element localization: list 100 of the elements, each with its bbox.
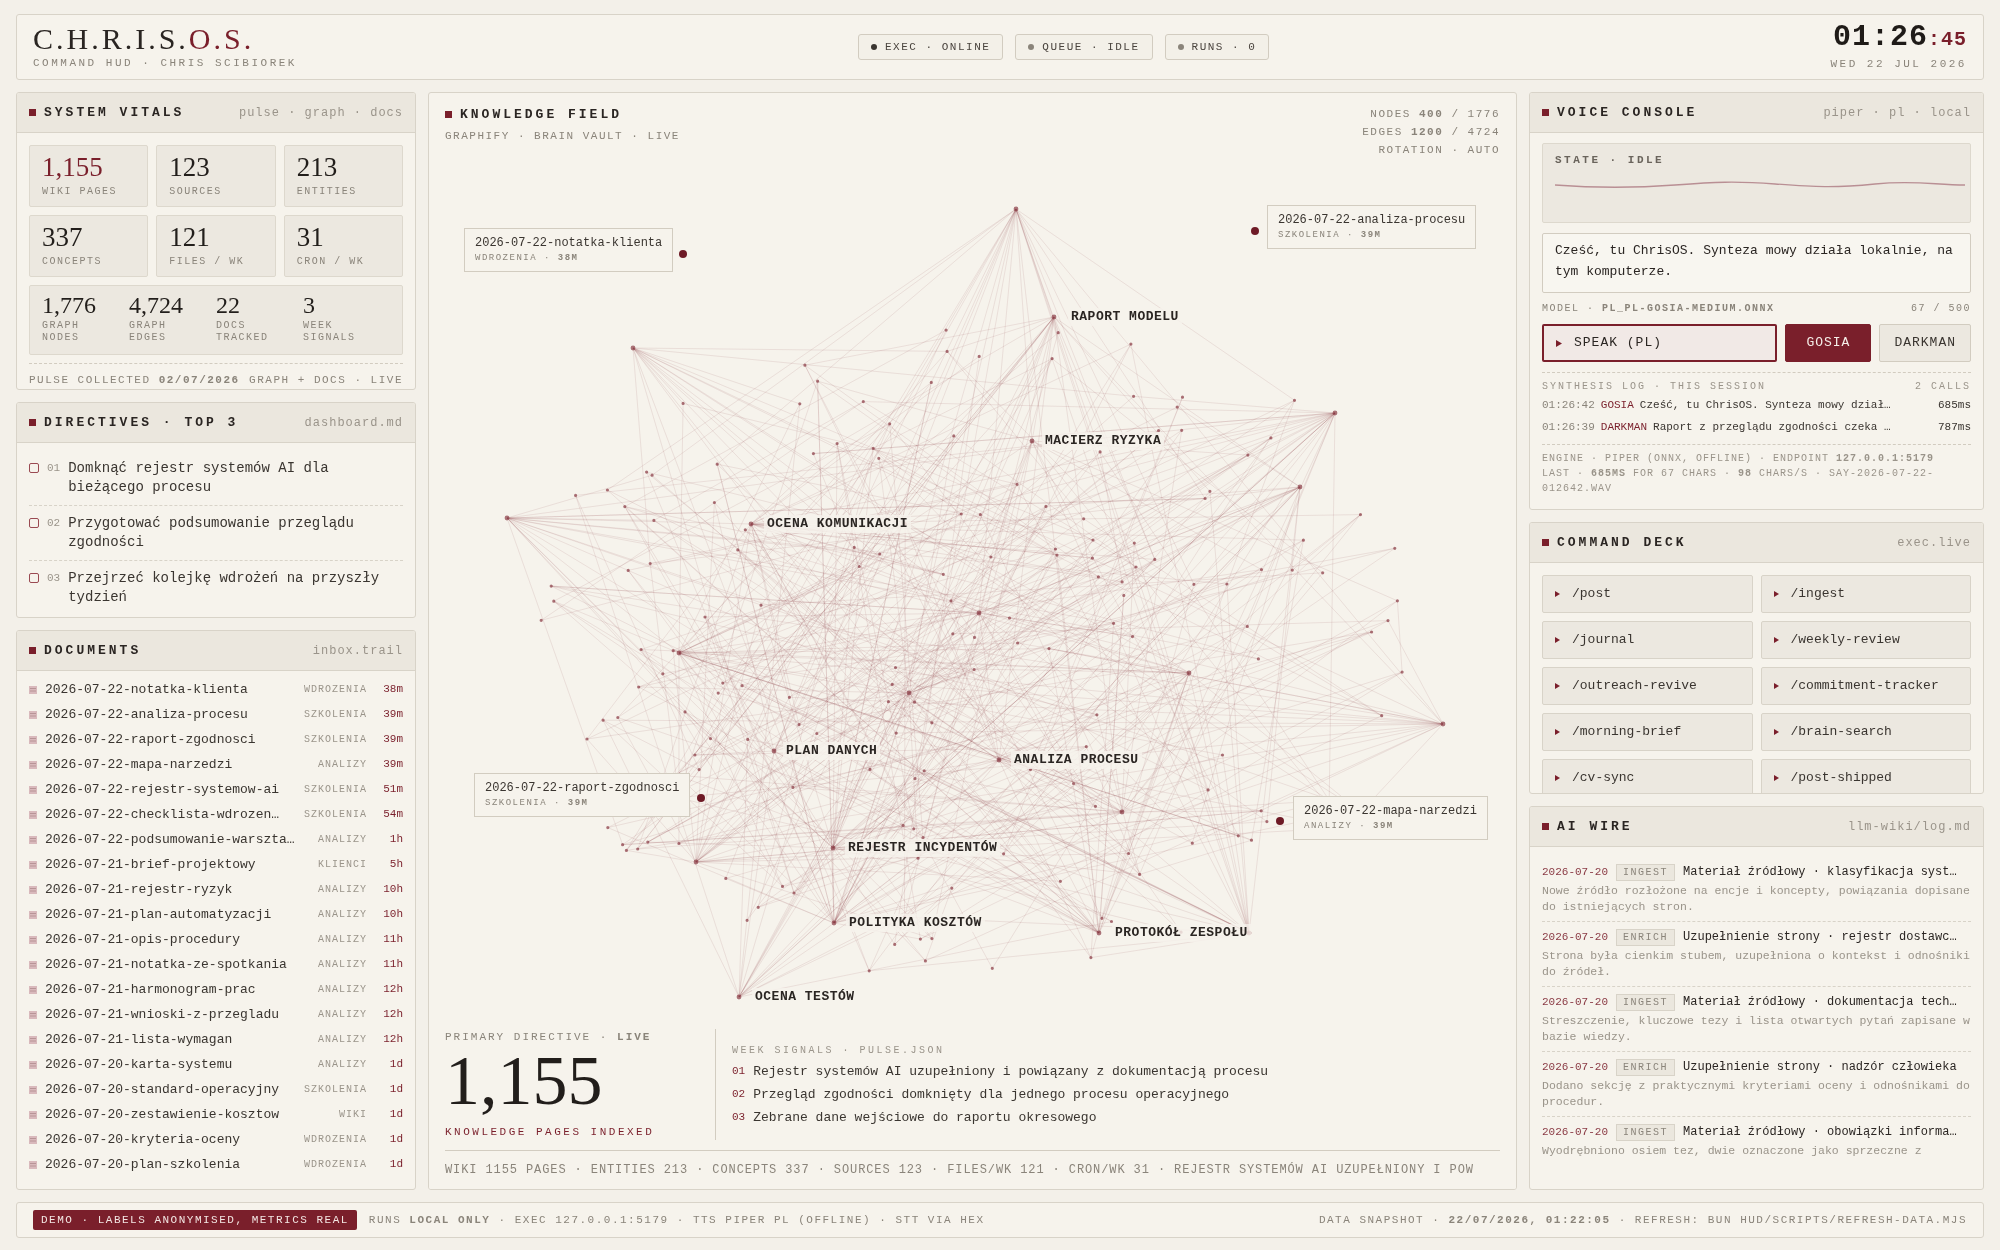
document-category: ANALIZY <box>318 758 367 772</box>
document-name[interactable]: 2026-07-20-kryteria-oceny <box>45 1129 298 1150</box>
status-pill: RUNS · 0 <box>1164 34 1270 60</box>
panel-title: COMMAND DECK <box>1557 533 1687 552</box>
callout-detail: WDROZENIA · 38M <box>475 252 580 265</box>
document-age: 38m <box>382 682 403 698</box>
document-age: 54m <box>382 807 403 823</box>
document-name[interactable]: 2026-07-21-opis-procedury <box>45 929 312 950</box>
graph-stat: EDGES 1200 / 4724 <box>1362 125 1500 140</box>
checkbox[interactable] <box>29 463 39 473</box>
command-button[interactable]: /cv-sync <box>1542 759 1753 793</box>
document-name[interactable]: 2026-07-21-brief-projektowy <box>45 854 312 875</box>
wire-tag: INGEST <box>1616 863 1676 881</box>
document-name[interactable]: 2026-07-22-notatka-klienta <box>45 679 298 700</box>
log-duration: 685ms <box>1938 398 1971 413</box>
highlighted-node[interactable] <box>1251 227 1259 235</box>
panel-title: KNOWLEDGE FIELD <box>460 106 623 124</box>
speak-button[interactable]: SPEAK (PL) <box>1542 324 1778 362</box>
command-button[interactable]: /post <box>1542 575 1753 613</box>
wire-tag: INGEST <box>1616 1123 1676 1141</box>
voice-button[interactable]: DARKMAN <box>1879 324 1971 362</box>
graph-node-label[interactable]: POLITYKA KOSZTÓW <box>846 914 985 932</box>
metric-label: GRAPH NODES <box>42 320 81 344</box>
graph-node-label[interactable]: PROTOKÓŁ ZESPOŁU <box>1112 924 1251 942</box>
wire-tag: ENRICH <box>1616 1058 1676 1076</box>
document-category: WDROZENIA <box>304 1158 367 1172</box>
document-name[interactable]: 2026-07-20-standard-operacyjny <box>45 1079 298 1100</box>
graph-node-label[interactable]: ANALIZA PROCESU <box>1011 751 1142 769</box>
metric-label: WIKI PAGES <box>42 185 118 199</box>
metric-value: 4,724 <box>129 291 184 320</box>
graph-node-label[interactable]: MACIERZ RYZYKA <box>1042 432 1165 450</box>
bullet-icon <box>29 647 36 654</box>
metric-label: SOURCES <box>169 185 223 199</box>
panel-title: DIRECTIVES · TOP 3 <box>44 413 239 432</box>
wire-date: 2026-07-20 <box>1542 864 1608 880</box>
document-name[interactable]: 2026-07-22-podsumowanie-warszta… <box>45 829 312 850</box>
document-name[interactable]: 2026-07-21-lista-wymagan <box>45 1029 312 1050</box>
command-button[interactable]: /brain-search <box>1760 713 1971 751</box>
document-name[interactable]: 2026-07-21-harmonogram-prac <box>45 979 312 1000</box>
checkbox[interactable] <box>29 573 39 583</box>
command-button[interactable]: /morning-brief <box>1542 713 1753 751</box>
callout-title: 2026-07-22-notatka-klienta <box>475 235 663 252</box>
directive-number: 01 <box>47 461 61 476</box>
document-age: 1d <box>388 1057 403 1073</box>
signal-text: Zebrane dane wejściowe do raportu okresowego <box>753 1109 1097 1127</box>
command-button[interactable]: /ingest <box>1760 575 1971 613</box>
document-name[interactable]: 2026-07-21-plan-automatyzacji <box>45 904 312 925</box>
document-icon <box>29 1035 37 1044</box>
signal-number: 03 <box>732 1110 746 1125</box>
subtitle: COMMAND HUD · CHRIS SCIBIOREK <box>33 55 297 71</box>
highlighted-node[interactable] <box>697 794 705 802</box>
message-field[interactable]: Cześć, tu ChrisOS. Synteza mowy działa lokalnie, na tym komputerze. <box>1542 233 1971 293</box>
document-name[interactable]: 2026-07-22-mapa-narzedzi <box>45 754 312 775</box>
command-button[interactable]: /post-shipped <box>1760 759 1971 793</box>
document-icon <box>29 910 37 919</box>
document-name[interactable]: 2026-07-22-analiza-procesu <box>45 704 298 725</box>
checkbox[interactable] <box>29 518 39 528</box>
graph-node-label[interactable]: PLAN DANYCH <box>783 742 881 760</box>
panel-meta: piper · pl · local <box>1823 104 1971 122</box>
command-button[interactable]: /outreach-revive <box>1542 667 1753 705</box>
document-age: 1d <box>388 1132 403 1148</box>
document-category: ANALIZY <box>318 883 367 897</box>
document-name[interactable]: 2026-07-20-zestawienie-kosztow <box>45 1104 333 1125</box>
callout-detail: SZKOLENIA · 39M <box>1278 229 1383 242</box>
voice-button[interactable]: GOSIA <box>1785 324 1872 362</box>
document-name[interactable]: 2026-07-20-karta-systemu <box>45 1054 312 1075</box>
document-name[interactable]: 2026-07-21-notatka-ze-spotkania <box>45 954 312 975</box>
graph-node-label[interactable]: RAPORT MODELU <box>1068 308 1182 326</box>
runtime-info: RUNS LOCAL ONLY · EXEC 127.0.0.1:5179 · TTS PIPER PL (OFFLINE) · STT VIA HEX <box>368 1212 985 1228</box>
document-icon <box>29 885 37 894</box>
signal-number: 01 <box>732 1064 746 1079</box>
document-name[interactable]: 2026-07-22-raport-zgodnosci <box>45 729 298 750</box>
play-icon <box>1555 591 1560 597</box>
document-age: 12h <box>382 1032 403 1048</box>
metric-label: GRAPH EDGES <box>129 320 168 344</box>
wire-date: 2026-07-20 <box>1542 1059 1608 1075</box>
date: WED 22 JUL 2026 <box>1830 57 1967 73</box>
document-name[interactable]: 2026-07-22-rejestr-systemow-ai <box>45 779 298 800</box>
graph-node-label[interactable]: OCENA KOMUNIKACJI <box>764 515 912 533</box>
graph-stat: NODES 400 / 1776 <box>1370 107 1500 122</box>
wire-date: 2026-07-20 <box>1542 1124 1608 1140</box>
directive-number: 02 <box>47 516 61 531</box>
log-time: 01:26:42 <box>1542 398 1595 413</box>
document-name[interactable]: 2026-07-21-rejestr-ryzyk <box>45 879 312 900</box>
highlighted-node[interactable] <box>1276 817 1284 825</box>
command-button[interactable]: /journal <box>1542 621 1753 659</box>
document-category: SZKOLENIA <box>304 783 367 797</box>
document-category: ANALIZY <box>318 958 367 972</box>
graph-stat: ROTATION · AUTO <box>1378 143 1500 158</box>
wire-tag: ENRICH <box>1616 928 1676 946</box>
document-name[interactable]: 2026-07-20-plan-szkolenia <box>45 1154 298 1175</box>
graph-node-label[interactable]: REJESTR INCYDENTÓW <box>845 839 1001 857</box>
document-name[interactable]: 2026-07-21-wnioski-z-przegladu <box>45 1004 312 1025</box>
pulse-sources: GRAPH + DOCS · LIVE <box>249 373 403 388</box>
document-name[interactable]: 2026-07-22-checklista-wdrozen… <box>45 804 298 825</box>
highlighted-node[interactable] <box>679 250 687 258</box>
log-count: 2 CALLS <box>1915 380 1971 394</box>
command-button[interactable]: /weekly-review <box>1760 621 1971 659</box>
metric-value: 3 <box>303 291 316 320</box>
command-button[interactable]: /commitment-tracker <box>1760 667 1971 705</box>
